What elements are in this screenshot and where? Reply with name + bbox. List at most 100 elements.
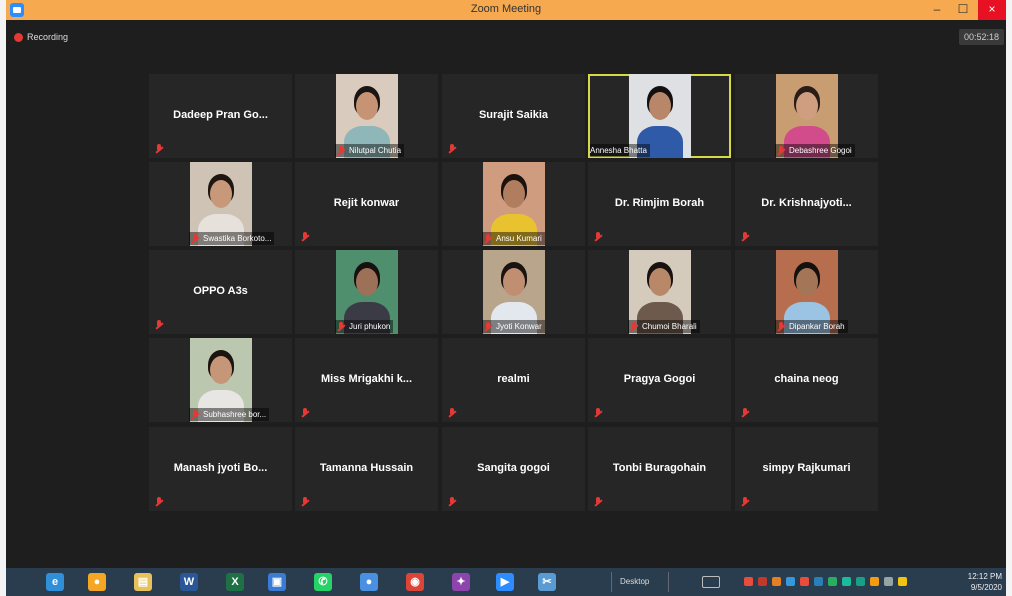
tray-icon[interactable] [828,577,837,586]
record-icon [14,32,23,42]
participant-tile[interactable]: Debashree Gogoi [735,74,878,158]
muted-mic-icon [594,232,602,242]
participant-tile[interactable]: Chumoi Bharali [588,250,731,334]
tray-icon[interactable] [870,577,879,586]
participant-tile[interactable]: chaina neog [735,338,878,422]
participant-tile[interactable]: Swastika Borkoto... [149,162,292,246]
video-frame-part [795,268,818,296]
tray-icon[interactable] [786,577,795,586]
participant-name: Dadeep Pran Go... [173,109,268,121]
muted-mic-icon [777,321,785,332]
participant-name: simpy Rajkumari [762,462,851,474]
tray-icon[interactable] [856,577,865,586]
participant-tile[interactable]: OPPO A3s [149,250,292,334]
tray-icon[interactable] [898,577,907,586]
participant-name-label: Nilutpal Chutia [335,144,405,157]
tray-icon[interactable] [772,577,781,586]
video-frame-part [648,92,671,120]
snipping-tool-icon[interactable]: ✂ [538,573,556,591]
window-title: Zoom Meeting [470,3,542,15]
word-icon[interactable]: W [180,573,198,591]
participant-tile[interactable]: Miss Mrigakhi k... [295,338,438,422]
participant-name: Rejit konwar [333,197,400,209]
participant-tile[interactable]: Tamanna Hussain [295,427,438,511]
muted-mic-icon [741,408,749,418]
chrome-icon[interactable]: ◉ [406,573,424,591]
clock-date: 9/5/2020 [970,583,1002,592]
participant-tile[interactable]: Dr. Rimjim Borah [588,162,731,246]
muted-mic-icon [301,497,309,507]
taskbar-clock[interactable]: 12:12 PM 9/5/2020 [968,571,1002,593]
tray-icon[interactable] [744,577,753,586]
participant-tile[interactable]: Subhashree bor... [149,338,292,422]
muted-mic-icon [448,497,456,507]
close-button[interactable]: × [978,0,1006,20]
participant-tile[interactable]: Rejit konwar [295,162,438,246]
zoom-icon[interactable]: ▶ [496,573,514,591]
meeting-timer: 00:52:18 [958,29,1004,45]
video-frame-part [209,356,232,384]
muted-mic-icon [155,320,163,330]
muted-mic-icon [448,144,456,154]
participant-tile[interactable]: Jyoti Konwar [442,250,585,334]
participant-tile[interactable]: Surajit Saikia [442,74,585,158]
participant-name: Dr. Rimjim Borah [614,197,705,209]
title-bar: Zoom Meeting – ☐ × [6,0,1006,20]
participant-name-label: Subhashree bor... [189,408,270,421]
participant-tile[interactable]: Sangita gogoi [442,427,585,511]
participant-name: Nilutpal Chutia [349,146,402,155]
maximize-button[interactable]: ☐ [950,0,976,20]
participant-name: Swastika Borkoto... [203,234,272,243]
keyboard-icon[interactable] [702,576,720,588]
participant-name: Chumoi Bharali [642,322,697,331]
participant-tile[interactable]: simpy Rajkumari [735,427,878,511]
participant-tile[interactable]: Dipankar Borah [735,250,878,334]
participant-name: Debashree Gogoi [789,146,852,155]
muted-mic-icon [630,321,638,332]
whatsapp-icon[interactable]: ✆ [314,573,332,591]
excel-icon[interactable]: X [226,573,244,591]
recording-indicator[interactable]: Recording [14,32,68,42]
participant-name: Surajit Saikia [478,109,549,121]
muted-mic-icon [155,497,163,507]
video-frame-part [355,268,378,296]
desktop-toolbar[interactable]: Desktop [611,572,669,592]
tray-icon[interactable] [842,577,851,586]
minimize-button[interactable]: – [924,0,950,20]
participant-name: Dr. Krishnajyoti... [761,197,852,209]
tray-icon[interactable] [884,577,893,586]
participant-tile[interactable]: Ansu Kumari [442,162,585,246]
paint-icon[interactable]: ▣ [268,573,286,591]
game-app-icon[interactable]: ✦ [452,573,470,591]
participant-name: Ansu Kumari [496,234,542,243]
participant-name: Manash jyoti Bo... [173,462,268,474]
participant-name: Miss Mrigakhi k... [320,373,413,385]
participant-name-label: Annesha Bhatta [590,144,650,157]
muted-mic-icon [484,321,492,332]
participant-tile[interactable]: Dadeep Pran Go... [149,74,292,158]
participant-tile[interactable]: Pragya Gogoi [588,338,731,422]
tray-icon[interactable] [758,577,767,586]
media-app-icon[interactable]: ● [360,573,378,591]
participant-name: Tamanna Hussain [319,462,414,474]
participant-tile[interactable]: Dr. Krishnajyoti... [735,162,878,246]
participant-name: Subhashree bor... [203,410,267,419]
system-tray [744,577,907,586]
muted-mic-icon [741,497,749,507]
participant-tile[interactable]: Manash jyoti Bo... [149,427,292,511]
file-explorer-icon[interactable]: ▤ [134,573,152,591]
participant-name-label: Jyoti Konwar [482,320,545,333]
participant-tile[interactable]: Juri phukon [295,250,438,334]
participant-tile[interactable]: Nilutpal Chutia [295,74,438,158]
participant-tile[interactable]: Tonbi Buragohain [588,427,731,511]
tray-icon[interactable] [800,577,809,586]
internet-explorer-icon[interactable]: e [46,573,64,591]
muted-mic-icon [448,408,456,418]
orange-ball-app-icon[interactable]: ● [88,573,106,591]
participant-tile[interactable]: Annesha Bhatta [588,74,731,158]
muted-mic-icon [155,144,163,154]
recording-label: Recording [27,32,69,42]
muted-mic-icon [301,408,309,418]
participant-tile[interactable]: realmi [442,338,585,422]
tray-icon[interactable] [814,577,823,586]
